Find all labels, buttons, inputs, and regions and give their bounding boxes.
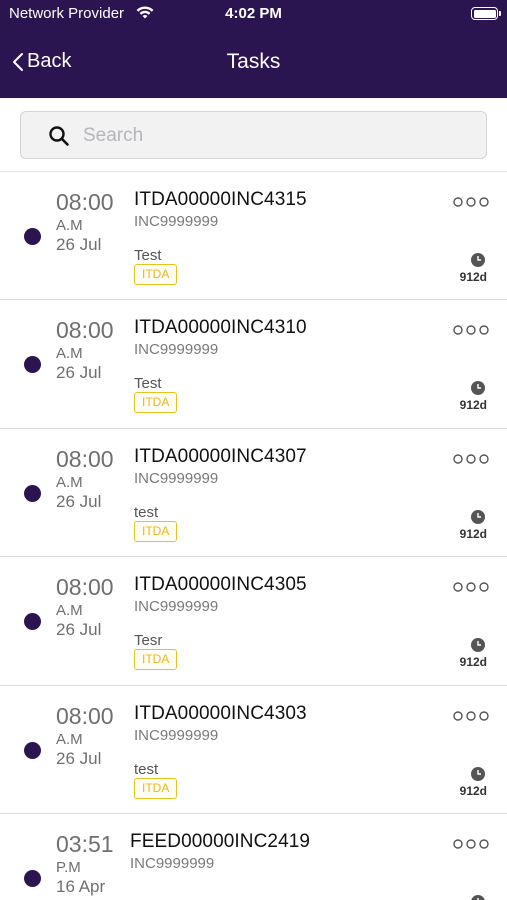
incident-number: INC9999999: [134, 213, 219, 230]
task-age: 912d: [459, 270, 487, 284]
task-time: 03:51: [56, 830, 114, 857]
more-options-icon[interactable]: [453, 195, 489, 209]
incident-number: INC9999999: [134, 726, 219, 744]
clock-icon: [471, 253, 485, 267]
task-id: ITDA00000INC4307: [134, 445, 307, 467]
task-row[interactable]: 08:00 A.M 26 Jul ITDA00000INC4303 INC999…: [0, 685, 507, 814]
more-options-icon[interactable]: [453, 323, 489, 337]
more-options-icon[interactable]: [453, 452, 489, 466]
task-ampm: A.M: [56, 345, 83, 363]
status-dot: [24, 356, 41, 374]
task-id: FEED00000INC2419: [130, 830, 311, 852]
battery-icon: [471, 7, 501, 20]
task-ampm: A.M: [56, 217, 83, 234]
task-id: ITDA00000INC4310: [134, 317, 307, 339]
clock-icon: [471, 509, 485, 524]
task-age: 912d: [459, 655, 487, 670]
incident-number: INC9999999: [134, 341, 219, 359]
nav-bar: Back Tasks: [0, 38, 507, 88]
status-dot: [24, 869, 41, 887]
task-time: 08:00: [56, 702, 114, 729]
incident-number: INC9999999: [134, 469, 219, 487]
status-dot: [24, 228, 41, 245]
task-time: 08:00: [56, 317, 114, 344]
task-description: test: [134, 760, 159, 778]
status-dot: [24, 484, 41, 502]
task-list: 08:00 A.M 26 Jul ITDA00000INC4315 INC999…: [0, 172, 507, 900]
incident-number: INC9999999: [134, 598, 219, 616]
task-ampm: A.M: [56, 602, 83, 620]
task-description: test: [134, 503, 159, 521]
task-date: 26 Jul: [56, 748, 102, 768]
task-time: 08:00: [56, 445, 114, 472]
task-description: Tesr: [134, 632, 163, 650]
task-row[interactable]: 08:00 A.M 26 Jul ITDA00000INC4315 INC999…: [0, 172, 507, 301]
clock-icon: [471, 381, 485, 396]
task-date: 26 Jul: [56, 491, 102, 511]
task-date: 16 Apr: [56, 876, 106, 896]
task-row[interactable]: 03:51 P.M 16 Apr FEED00000INC2419 INC999…: [0, 813, 507, 900]
task-row[interactable]: 08:00 A.M 26 Jul ITDA00000INC4307 INC999…: [0, 428, 507, 558]
more-options-icon[interactable]: [453, 580, 489, 594]
task-id: ITDA00000INC4305: [134, 574, 307, 596]
search-field[interactable]: [20, 111, 487, 159]
task-id: ITDA00000INC4315: [134, 189, 307, 210]
category-tag: ITDA: [134, 392, 178, 414]
task-row[interactable]: 08:00 A.M 26 Jul ITDA00000INC4305 INC999…: [0, 557, 507, 686]
task-ampm: A.M: [56, 473, 83, 491]
status-dot: [24, 741, 41, 759]
task-ampm: A.M: [56, 730, 83, 748]
status-bar: Network Provider 4:02 PM: [0, 0, 507, 28]
search-bar: [0, 98, 507, 172]
status-dot: [24, 613, 41, 631]
category-tag: ITDA: [134, 649, 178, 671]
status-time: 4:02 PM: [225, 5, 282, 22]
search-icon: [49, 126, 69, 146]
clock-icon: [471, 766, 485, 781]
task-date: 26 Jul: [56, 620, 102, 640]
task-date: 26 Jul: [56, 363, 102, 383]
task-age: 912d: [459, 783, 487, 798]
incident-number: INC9999999: [130, 854, 215, 872]
task-age: 912d: [459, 398, 487, 413]
clock-icon: [471, 638, 485, 653]
task-ampm: P.M: [56, 858, 81, 876]
search-input[interactable]: [83, 120, 473, 152]
page-title: Tasks: [226, 50, 281, 73]
more-options-icon[interactable]: [453, 709, 489, 723]
more-options-icon[interactable]: [453, 837, 489, 851]
header: Network Provider 4:02 PM Back Tasks: [0, 0, 507, 98]
category-tag: ITDA: [134, 520, 178, 542]
category-tag: ITDA: [134, 777, 178, 799]
task-date: 26 Jul: [56, 235, 102, 254]
task-description: Test: [134, 247, 162, 264]
task-age: 912d: [459, 526, 487, 541]
task-row[interactable]: 08:00 A.M 26 Jul ITDA00000INC4310 INC999…: [0, 300, 507, 429]
task-description: Test: [134, 375, 162, 393]
category-tag: ITDA: [134, 264, 178, 285]
task-id: ITDA00000INC4303: [134, 702, 307, 724]
clock-icon: [471, 894, 485, 900]
task-time: 08:00: [56, 189, 114, 215]
task-time: 08:00: [56, 574, 114, 601]
